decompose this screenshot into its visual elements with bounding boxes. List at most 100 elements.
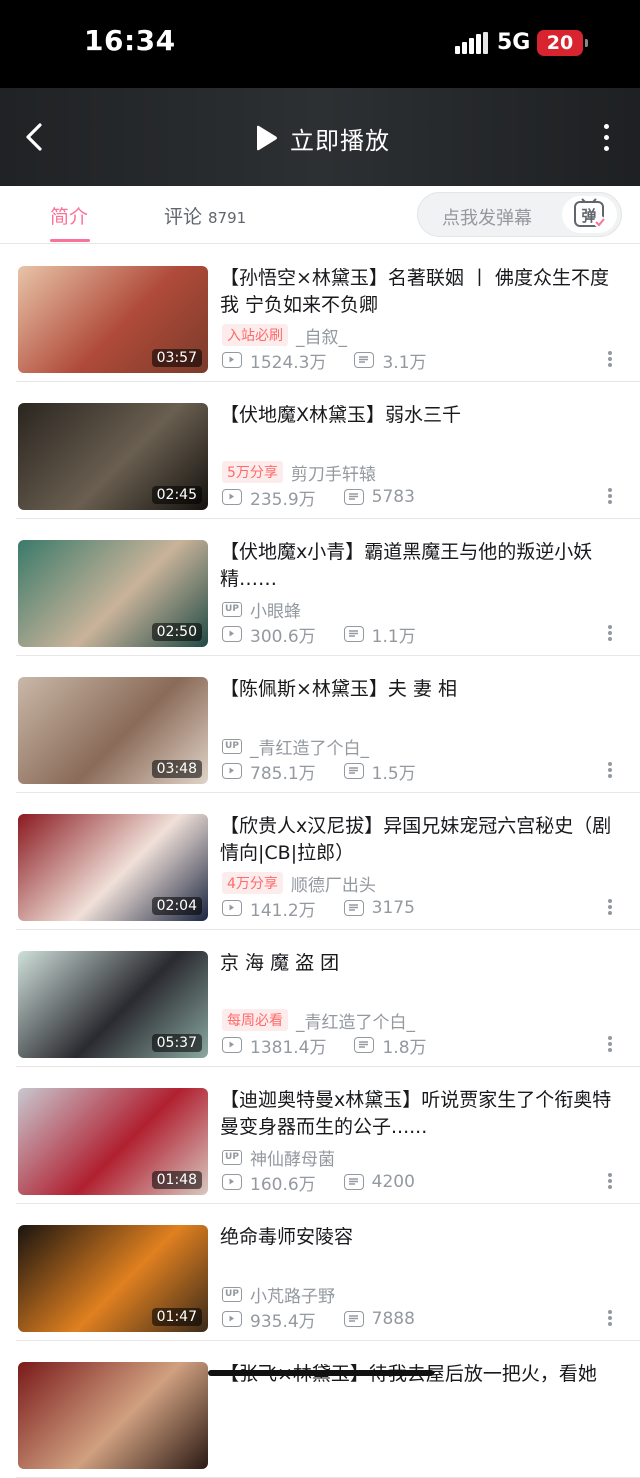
- view-count: 141.2万: [250, 900, 316, 921]
- play-count-icon: [222, 1311, 242, 1327]
- author-row: 4万分享 顺德厂出头: [222, 871, 376, 896]
- video-author[interactable]: 小芃路子野: [250, 1282, 335, 1307]
- video-thumbnail[interactable]: 01:47: [18, 1225, 208, 1332]
- video-badge: 入站必刷: [222, 324, 288, 346]
- video-item[interactable]: 01:47 绝命毒师安陵容 UP 小芃路子野 935.4万 7888: [0, 1204, 640, 1341]
- tab-comments[interactable]: 评论 8791: [164, 202, 246, 229]
- danmaku-icon: 弹: [574, 198, 606, 228]
- video-author[interactable]: _青红造了个白_: [250, 734, 369, 759]
- video-item[interactable]: 03:57 【孙悟空×林黛玉】名著联姻 丨 佛度众生不度我 宁负如来不负卿入站必刷…: [0, 245, 640, 382]
- stats-row: 1524.3万 3.1万: [222, 349, 427, 373]
- video-thumbnail[interactable]: 03:48: [18, 677, 208, 784]
- video-title[interactable]: 【欣贵人x汉尼拔】异国兄妹宠冠六宫秘史（剧情向|CB|拉郎）: [220, 813, 622, 867]
- danmaku-count-icon: [343, 900, 364, 916]
- video-thumbnail[interactable]: 02:50: [18, 540, 208, 647]
- video-duration: 02:04: [151, 897, 202, 915]
- play-count-icon: [222, 1037, 242, 1053]
- danmaku-input[interactable]: 点我发弹幕 弹: [417, 192, 622, 237]
- video-title[interactable]: 【孙悟空×林黛玉】名著联姻 丨 佛度众生不度我 宁负如来不负卿: [220, 265, 622, 319]
- play-icon: [257, 125, 277, 151]
- video-title[interactable]: 京 海 魔 盗 团: [220, 950, 622, 977]
- item-more-button[interactable]: [604, 1308, 616, 1332]
- play-now-label: 立即播放: [290, 126, 390, 155]
- author-row: UP 神仙酵母菌: [222, 1145, 335, 1170]
- play-now-button[interactable]: 立即播放: [254, 118, 390, 158]
- video-badge: 5万分享: [222, 461, 283, 483]
- comments-count: 8791: [208, 209, 247, 227]
- item-more-button[interactable]: [604, 1171, 616, 1195]
- player-bar: 立即播放: [0, 88, 640, 186]
- up-icon: UP: [222, 601, 242, 617]
- battery-level: 20: [546, 32, 574, 54]
- item-more-button[interactable]: [604, 486, 616, 510]
- video-author[interactable]: 神仙酵母菌: [250, 1145, 335, 1170]
- video-item[interactable]: 05:37 京 海 魔 盗 团每周必看 _青红造了个白_ 1381.4万 1.8万: [0, 930, 640, 1067]
- video-title[interactable]: 【陈佩斯×林黛玉】夫 妻 相: [220, 676, 622, 703]
- video-duration: 01:48: [151, 1171, 202, 1189]
- video-duration: 03:57: [151, 349, 202, 367]
- video-title[interactable]: 【迪迦奥特曼x林黛玉】听说贾家生了个衔奥特曼变身器而生的公子......: [220, 1087, 622, 1141]
- video-item[interactable]: 01:48 【迪迦奥特曼x林黛玉】听说贾家生了个衔奥特曼变身器而生的公子.....…: [0, 1067, 640, 1204]
- video-title[interactable]: 【伏地魔x小青】霸道黑魔王与他的叛逆小妖精……: [220, 539, 622, 593]
- item-more-button[interactable]: [604, 1034, 616, 1058]
- danmaku-count-icon: [343, 489, 364, 505]
- danmaku-count-icon: [343, 1311, 364, 1327]
- video-author[interactable]: 顺德厂出头: [291, 871, 376, 896]
- video-duration: 03:48: [151, 760, 202, 778]
- video-thumbnail[interactable]: [18, 1362, 208, 1469]
- author-row: UP _青红造了个白_: [222, 734, 369, 759]
- item-more-button[interactable]: [604, 349, 616, 373]
- up-icon: UP: [222, 738, 242, 754]
- author-row: UP 小芃路子野: [222, 1282, 335, 1307]
- video-item[interactable]: 02:45 【伏地魔X林黛玉】弱水三千 5万分享 剪刀手轩辕 235.9万 5783: [0, 382, 640, 519]
- danmaku-count: 1.8万: [382, 1037, 427, 1058]
- video-author[interactable]: 小眼蜂: [250, 597, 301, 622]
- video-author[interactable]: _自叙_: [296, 323, 347, 348]
- item-more-button[interactable]: [604, 897, 616, 921]
- video-item[interactable]: 02:04 【欣贵人x汉尼拔】异国兄妹宠冠六宫秘史（剧情向|CB|拉郎） 4万分享顺…: [0, 793, 640, 930]
- up-icon: UP: [222, 1149, 242, 1165]
- video-duration: 05:37: [151, 1034, 202, 1052]
- item-more-button[interactable]: [604, 623, 616, 647]
- view-count: 235.9万: [250, 489, 316, 510]
- danmaku-count: 1.1万: [371, 626, 416, 647]
- signal-icon: [455, 32, 489, 54]
- author-row: UP 小眼蜂: [222, 597, 301, 622]
- danmaku-placeholder: 点我发弹幕: [442, 208, 532, 229]
- danmaku-count-icon: [343, 1174, 364, 1190]
- network-type: 5G: [497, 30, 531, 55]
- stats-row: 785.1万 1.5万: [222, 760, 416, 784]
- video-title[interactable]: 绝命毒师安陵容: [220, 1224, 622, 1251]
- author-row: 每周必看 _青红造了个白_: [222, 1008, 415, 1033]
- view-count: 1381.4万: [250, 1037, 327, 1058]
- view-count: 160.6万: [250, 1174, 316, 1195]
- video-thumbnail[interactable]: 01:48: [18, 1088, 208, 1195]
- video-item[interactable]: 02:50 【伏地魔x小青】霸道黑魔王与他的叛逆小妖精…… UP 小眼蜂 300.6万 1…: [0, 519, 640, 656]
- video-title[interactable]: 【伏地魔X林黛玉】弱水三千: [220, 402, 622, 429]
- video-author[interactable]: 剪刀手轩辕: [291, 460, 376, 485]
- tab-bar: 简介 评论 8791 点我发弹幕 弹: [0, 186, 640, 244]
- play-count-icon: [222, 1174, 242, 1190]
- danmaku-count-icon: [343, 763, 364, 779]
- stats-row: 1381.4万 1.8万: [222, 1034, 427, 1058]
- item-more-button[interactable]: [604, 760, 616, 784]
- more-options-button[interactable]: [594, 118, 618, 158]
- tab-intro[interactable]: 简介: [50, 202, 88, 229]
- author-row: 入站必刷 _自叙_: [222, 323, 347, 348]
- video-item[interactable]: 【张飞×林黛玉】待我去屋后放一把火，看她: [0, 1341, 640, 1478]
- stats-row: 935.4万 7888: [222, 1308, 415, 1332]
- danmaku-count-icon: [354, 1037, 375, 1053]
- video-thumbnail[interactable]: 05:37: [18, 951, 208, 1058]
- danmaku-count-icon: [354, 352, 375, 368]
- play-count-icon: [222, 900, 242, 916]
- video-thumbnail[interactable]: 02:45: [18, 403, 208, 510]
- stats-row: 160.6万 4200: [222, 1171, 415, 1195]
- stats-row: 235.9万 5783: [222, 486, 415, 510]
- video-item[interactable]: 03:48 【陈佩斯×林黛玉】夫 妻 相 UP _青红造了个白_ 785.1万 1.5万: [0, 656, 640, 793]
- video-author[interactable]: _青红造了个白_: [296, 1008, 415, 1033]
- back-button[interactable]: [16, 116, 56, 158]
- video-thumbnail[interactable]: 02:04: [18, 814, 208, 921]
- video-thumbnail[interactable]: 03:57: [18, 266, 208, 373]
- danmaku-toggle-icon[interactable]: 弹: [562, 196, 617, 233]
- author-row: 5万分享 剪刀手轩辕: [222, 460, 376, 485]
